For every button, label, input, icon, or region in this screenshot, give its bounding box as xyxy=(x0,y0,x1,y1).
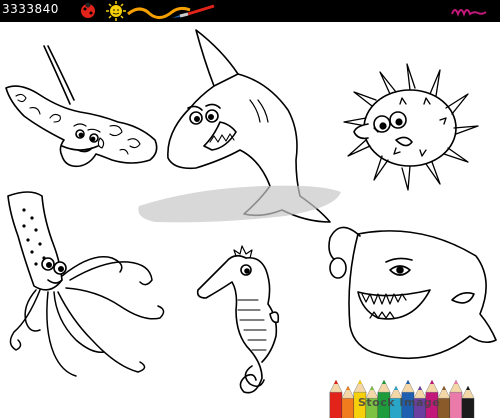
watermark-text: Stock Image xyxy=(358,396,441,409)
sun-icon xyxy=(106,1,126,21)
header-logo xyxy=(81,1,487,21)
ladybug-icon xyxy=(81,2,95,18)
pencil xyxy=(341,385,355,418)
top-bar: 3333840 xyxy=(0,0,500,22)
pufferfish-figure xyxy=(343,63,479,191)
seahorse-figure xyxy=(196,245,280,394)
anglerfish-figure xyxy=(328,226,497,360)
watermark-logo xyxy=(138,185,341,223)
pencil xyxy=(461,385,475,418)
signature-mark xyxy=(451,9,487,17)
pencil xyxy=(449,379,463,418)
manta-ray-figure xyxy=(5,45,158,168)
pencil xyxy=(329,379,343,418)
